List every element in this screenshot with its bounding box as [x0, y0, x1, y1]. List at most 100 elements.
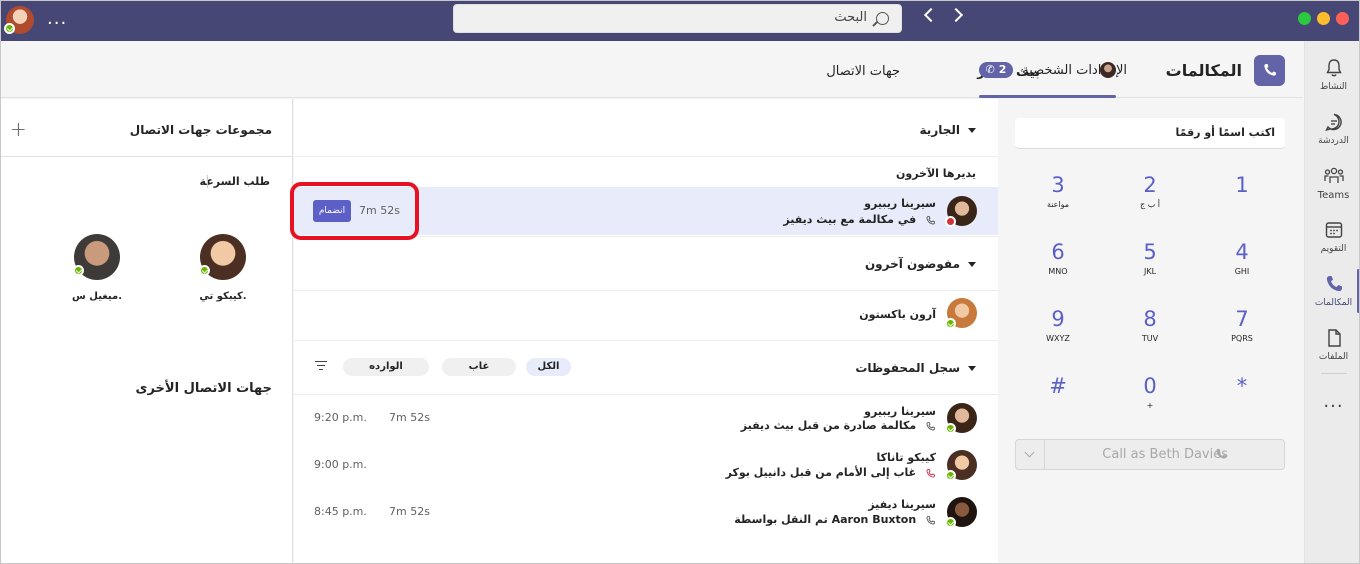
search-placeholder: البحث: [834, 10, 867, 25]
filter-icon[interactable]: [315, 361, 327, 371]
dial-key-hash[interactable]: #: [1022, 373, 1094, 429]
contact-name: كيبكو تي.: [199, 291, 247, 302]
call-time: 9:20 p.m.: [314, 411, 367, 424]
minimize-window-button[interactable]: [1317, 12, 1330, 25]
key-letters: TUV: [1141, 334, 1159, 343]
key-letters: MNO: [1048, 267, 1068, 276]
speed-dial-contact[interactable]: ميغيل س.: [62, 234, 132, 302]
call-phone-icon: [1216, 448, 1227, 459]
dial-key-7[interactable]: 7 PQRS: [1206, 306, 1278, 362]
dial-key-1[interactable]: 1: [1206, 172, 1278, 228]
rail-item-chat[interactable]: الدردشة: [1305, 105, 1359, 155]
dial-pad-panel: اكتب اسمًا أو رقمًا 1 2 أ ب ج 3 مواعنة 4 GH…: [998, 99, 1304, 563]
call-button-label: Call as Beth Davies: [1102, 447, 1228, 462]
key-letters: JKL: [1143, 267, 1157, 276]
key-digit: 5: [1143, 240, 1157, 264]
available-presence-icon: [199, 265, 210, 276]
key-letters: مواعنة: [1046, 200, 1070, 209]
user-avatar: [1100, 62, 1116, 78]
contact-name: كيبكو تاناكا: [876, 451, 936, 464]
rail-label-calendar: التقويم: [1320, 244, 1347, 254]
delegate-row[interactable]: آرون باكستون: [294, 290, 998, 338]
contact-avatar: [945, 497, 977, 528]
maximize-window-button[interactable]: [1298, 12, 1311, 25]
dial-input-placeholder: اكتب اسمًا أو رقمًا: [1175, 126, 1275, 139]
dial-key-9[interactable]: 9 WXYZ: [1022, 306, 1094, 362]
caret-down-icon: [968, 128, 976, 133]
outgoing-call-icon: [926, 421, 935, 430]
contact-name: سيرينا ديفيز: [868, 498, 936, 511]
dial-key-2[interactable]: 2 أ ب ج: [1114, 172, 1186, 228]
forward-arrow-icon[interactable]: [948, 7, 964, 23]
key-letters: GHI: [1234, 267, 1250, 276]
close-window-button[interactable]: [1336, 12, 1349, 25]
dial-key-8[interactable]: 8 TUV: [1114, 306, 1186, 362]
contact-avatar: [199, 234, 246, 280]
call-history-panel: الجارية يديرها الآخرون سيرينا ريبيرو في …: [294, 99, 998, 563]
title-bar: ... البحث: [1, 1, 1359, 41]
active-calls-counter[interactable]: ✆ 2: [979, 62, 1013, 78]
rail-label-calls: المكالمات: [1314, 298, 1353, 308]
caret-down-icon: [968, 366, 976, 371]
history-row[interactable]: سيرينا ديفيز تم النقل بواسطة Aaron Buxto…: [294, 492, 998, 540]
dial-key-5[interactable]: 5 JKL: [1114, 239, 1186, 295]
dial-key-star[interactable]: *: [1206, 373, 1278, 429]
available-presence-icon: [945, 517, 956, 528]
ongoing-section-header[interactable]: الجارية: [920, 123, 976, 137]
filter-missed-chip[interactable]: غاب: [442, 358, 516, 376]
search-input[interactable]: البحث: [453, 4, 902, 33]
filter-incoming-chip[interactable]: الوارده: [343, 358, 429, 376]
contact-avatar: [945, 403, 977, 434]
available-presence-icon: [945, 318, 956, 329]
dial-key-6[interactable]: 6 MNO: [1022, 239, 1094, 295]
call-duration: 7m 52s: [389, 505, 430, 518]
rail-item-activity[interactable]: النشاط: [1305, 51, 1359, 101]
key-digit: 6: [1051, 240, 1065, 264]
contacts-panel: مجموعات جهات الاتصال + طلب السرعة كيبكو …: [1, 99, 293, 563]
calls-app-tile: [1254, 55, 1285, 86]
chevron-down-icon[interactable]: [1016, 440, 1045, 469]
speed-dial-contact[interactable]: كيبكو تي.: [188, 234, 258, 302]
key-digit: 9: [1051, 307, 1065, 331]
rail-item-calendar[interactable]: التقويم: [1305, 213, 1359, 263]
key-digit: 2: [1143, 173, 1157, 197]
contact-name: آرون باكستون: [859, 308, 936, 321]
history-label: سجل المحفوظات: [855, 361, 960, 375]
contact-groups-title: مجموعات جهات الاتصال: [129, 123, 272, 137]
more-apps-icon[interactable]: ...: [1305, 391, 1359, 412]
calls-header: المكالمات الإعدادات الشخصية بيث ديفيز ✆ …: [1, 41, 1303, 98]
dial-key-4[interactable]: 4 GHI: [1206, 239, 1278, 295]
speed-dial-label[interactable]: طلب السرعة: [200, 175, 270, 188]
call-as-button[interactable]: Call as Beth Davies: [1015, 439, 1285, 470]
teams-window: ... البحث المكالمات الإعدادات الشخصية بي…: [0, 0, 1360, 564]
other-contacts-header[interactable]: جهات الاتصال الأخرى: [136, 381, 272, 396]
key-letters: +: [1146, 401, 1154, 410]
my-avatar[interactable]: [4, 6, 34, 34]
contact-avatar: [945, 450, 977, 481]
add-group-icon[interactable]: +: [10, 117, 27, 141]
dial-number-input[interactable]: اكتب اسمًا أو رقمًا: [1015, 118, 1285, 149]
rail-item-calls[interactable]: المكالمات: [1305, 267, 1359, 317]
call-status-text: غاب إلى الأمام من قبل دانييل بوكر: [725, 466, 917, 479]
key-digit: #: [1049, 374, 1067, 398]
key-digit: 0: [1143, 374, 1157, 398]
delegates-label: مفوضون آخرون: [864, 257, 960, 271]
key-digit: 8: [1143, 307, 1157, 331]
call-status-text: مكالمة صادرة من قبل بيث ديفيز: [740, 419, 917, 432]
contact-name: ميغيل س.: [71, 291, 123, 302]
phone-icon: [1264, 64, 1276, 76]
filter-all-chip[interactable]: الكل: [526, 358, 571, 376]
chat-icon: [1325, 113, 1342, 132]
history-section-header[interactable]: سجل المحفوظات: [855, 361, 976, 375]
rail-item-files[interactable]: الملفات: [1305, 321, 1359, 371]
more-options-icon[interactable]: ...: [47, 9, 67, 29]
dial-key-0[interactable]: 0 +: [1114, 373, 1186, 429]
delegates-section-header[interactable]: مفوضون آخرون: [865, 257, 976, 271]
dial-key-3[interactable]: 3 مواعنة: [1022, 172, 1094, 228]
rail-item-teams[interactable]: Teams: [1305, 159, 1359, 209]
history-row[interactable]: سيرينا ريبيرو مكالمة صادرة من قبل بيث دي…: [294, 397, 998, 445]
phone-icon: [926, 215, 935, 224]
back-arrow-icon[interactable]: [923, 7, 939, 23]
contacts-tab[interactable]: جهات الاتصال: [826, 64, 900, 79]
history-row[interactable]: كيبكو تاناكا غاب إلى الأمام من قبل دانيي…: [294, 445, 998, 493]
